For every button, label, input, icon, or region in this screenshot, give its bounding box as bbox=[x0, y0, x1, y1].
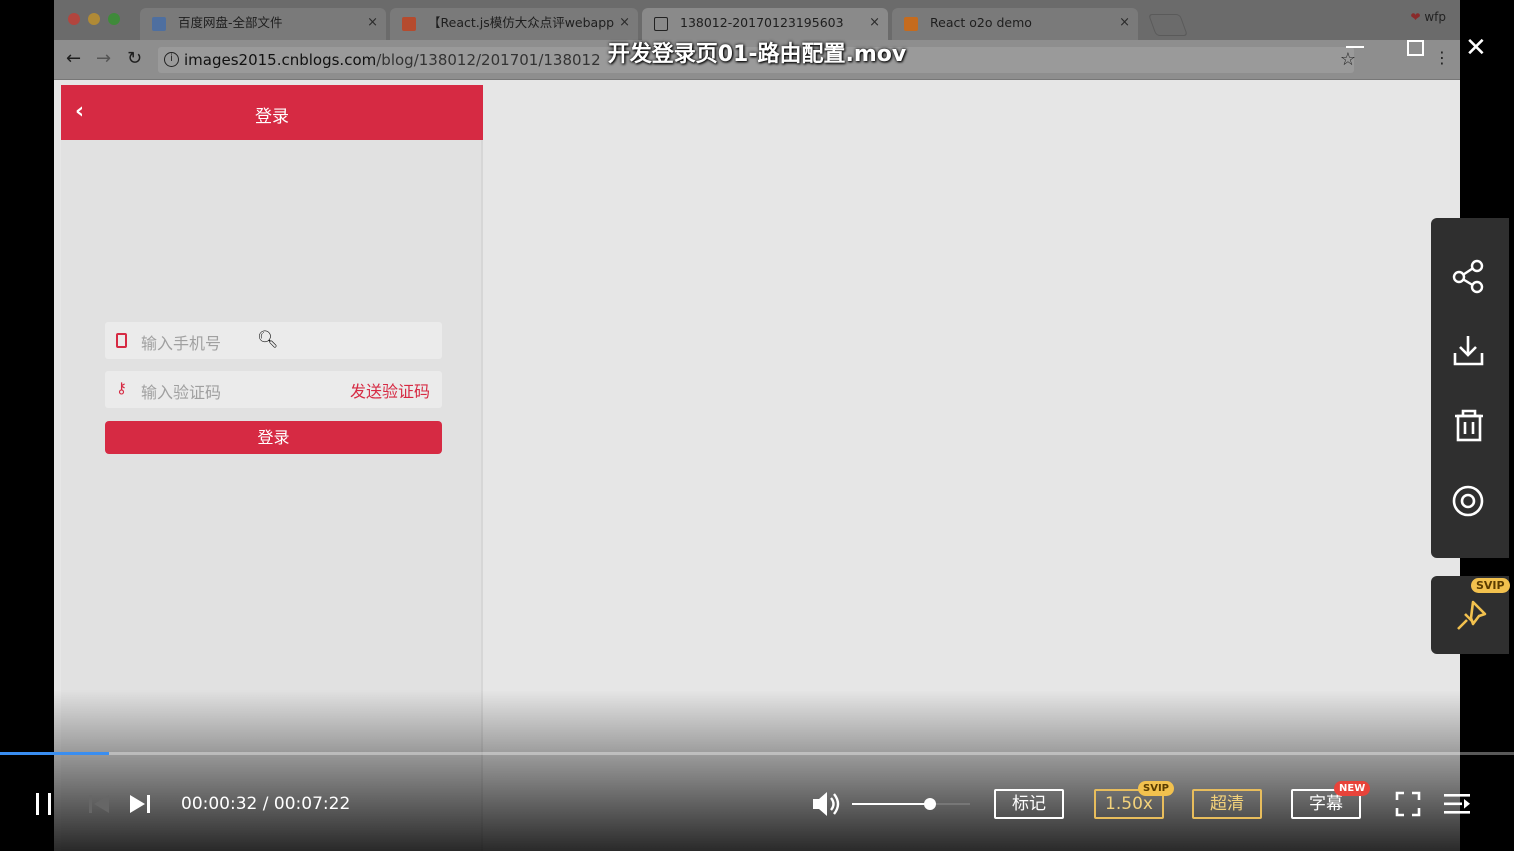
login-header: ‹ 登录 bbox=[61, 85, 483, 140]
key-icon: ⚷ bbox=[116, 379, 127, 397]
video-title: 开发登录页01-路由配置.mov bbox=[607, 42, 907, 67]
volume-icon[interactable] bbox=[810, 789, 844, 819]
time-readout: 00:00:32 / 00:07:22 bbox=[181, 794, 350, 814]
close-window-dot bbox=[68, 13, 80, 25]
profile-icon: ❤ bbox=[1410, 10, 1421, 24]
ycombinator-favicon-icon bbox=[904, 17, 918, 31]
side-action-panel bbox=[1431, 218, 1509, 558]
tab-title: 百度网盘-全部文件 bbox=[178, 15, 283, 30]
phone-placeholder: 输入手机号 bbox=[141, 334, 222, 353]
document-favicon-icon bbox=[654, 17, 668, 31]
progress-bar[interactable] bbox=[0, 752, 1514, 755]
browser-profile: ❤ wfp bbox=[1410, 10, 1446, 24]
zoom-window-dot bbox=[108, 13, 120, 25]
code-field: ⚷ 输入验证码 发送验证码 bbox=[105, 371, 442, 408]
phone-field: 输入手机号 🔍︎ bbox=[105, 322, 442, 359]
tab-close-icon: × bbox=[619, 15, 630, 30]
fullscreen-icon[interactable] bbox=[1394, 790, 1422, 818]
phone-icon bbox=[116, 333, 127, 348]
time-separator: / bbox=[262, 794, 269, 814]
flame-favicon-icon bbox=[402, 17, 416, 31]
playlist-icon[interactable] bbox=[1442, 790, 1472, 818]
baidu-pan-favicon-icon bbox=[152, 17, 166, 31]
mark-button[interactable]: 标记 bbox=[994, 789, 1064, 819]
progress-fill bbox=[0, 752, 109, 755]
svip-badge: SVIP bbox=[1471, 578, 1510, 593]
current-time: 00:00:32 bbox=[181, 794, 258, 814]
tab-title: 【React.js模仿大众点评webapp bbox=[428, 15, 615, 30]
total-time: 00:07:22 bbox=[273, 794, 351, 814]
login-title: 登录 bbox=[255, 107, 289, 127]
share-icon[interactable] bbox=[1449, 256, 1489, 296]
next-icon[interactable] bbox=[127, 791, 153, 817]
new-tab-icon bbox=[1147, 14, 1189, 36]
volume-knob[interactable] bbox=[923, 798, 936, 810]
delete-icon[interactable] bbox=[1449, 406, 1489, 446]
pin-panel: SVIP bbox=[1431, 576, 1510, 654]
pause-icon[interactable] bbox=[32, 790, 56, 818]
magnifier-cursor-icon: 🔍︎ bbox=[257, 330, 279, 350]
tab-close-icon: × bbox=[1119, 15, 1130, 30]
tab-title: React o2o demo bbox=[930, 15, 1032, 30]
minimize-window-dot bbox=[88, 13, 100, 25]
volume-fill bbox=[852, 803, 930, 805]
previous-icon[interactable] bbox=[86, 791, 112, 817]
subtitle-new-badge: NEW bbox=[1334, 781, 1371, 796]
controls-shade bbox=[0, 690, 1514, 851]
speed-svip-badge: SVIP bbox=[1138, 781, 1174, 796]
tab-close-icon: × bbox=[367, 15, 378, 30]
profile-name: wfp bbox=[1424, 10, 1446, 24]
login-button: 登录 bbox=[105, 421, 442, 454]
quality-button[interactable]: 超清 bbox=[1192, 789, 1262, 819]
settings-ring-icon[interactable] bbox=[1449, 481, 1489, 521]
close-icon[interactable]: ✕ bbox=[1465, 33, 1487, 63]
minimize-icon[interactable] bbox=[1346, 46, 1364, 48]
code-placeholder: 输入验证码 bbox=[141, 383, 222, 402]
tab-title: 138012-20170123195603 bbox=[680, 15, 844, 30]
download-icon[interactable] bbox=[1449, 331, 1489, 371]
browser-tab-strip: 百度网盘-全部文件 × 【React.js模仿大众点评webapp × 1380… bbox=[54, 0, 1460, 40]
maximize-icon[interactable] bbox=[1407, 40, 1424, 56]
send-code-link: 发送验证码 bbox=[349, 382, 430, 401]
pin-icon[interactable] bbox=[1453, 598, 1489, 634]
tab-close-icon: × bbox=[869, 15, 880, 30]
volume-slider[interactable] bbox=[852, 798, 970, 810]
